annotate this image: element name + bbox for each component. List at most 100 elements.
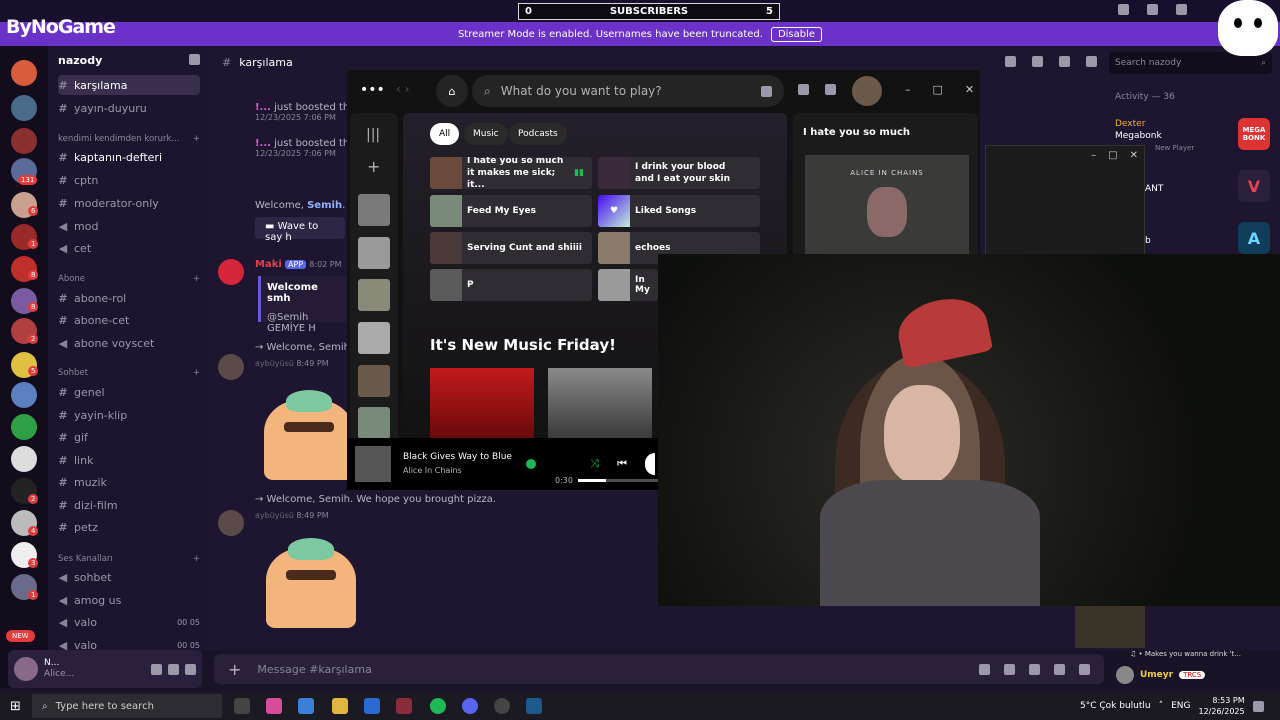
browse-icon[interactable] xyxy=(761,85,772,97)
progress-bar[interactable] xyxy=(578,479,658,482)
plus-icon[interactable]: + xyxy=(193,368,200,378)
shuffle-icon[interactable]: ⤨ xyxy=(590,457,599,471)
close-icon[interactable]: ✕ xyxy=(965,83,974,96)
gear-icon[interactable] xyxy=(185,663,196,675)
mail-icon[interactable] xyxy=(364,698,380,714)
plus-icon[interactable]: + xyxy=(193,274,200,284)
minimize-icon[interactable]: – xyxy=(1091,150,1096,161)
shortcut-tile[interactable]: P xyxy=(430,269,592,301)
playlist-thumb[interactable] xyxy=(358,279,390,311)
flag-icon[interactable] xyxy=(1118,4,1129,15)
explorer-icon[interactable] xyxy=(332,698,348,714)
channel-item[interactable]: # muzik xyxy=(58,472,200,492)
chip-podcasts[interactable]: Podcasts xyxy=(509,123,567,145)
back-icon[interactable]: ‹ › xyxy=(396,82,409,96)
previous-icon[interactable]: ⏮ xyxy=(617,457,627,471)
sticker-icon[interactable] xyxy=(1029,663,1040,675)
channel-karsilama[interactable]: # karşılama xyxy=(58,75,200,95)
threads-icon[interactable] xyxy=(1005,56,1016,67)
pin-icon[interactable] xyxy=(1059,56,1070,67)
server-header[interactable]: nazody xyxy=(58,54,200,67)
playlist-thumb[interactable] xyxy=(358,194,390,226)
library-icon[interactable]: ||| xyxy=(366,127,380,143)
plus-icon[interactable]: + xyxy=(367,157,380,176)
channel-item[interactable]: # yayin-klip xyxy=(58,405,200,425)
channel-item[interactable]: # abone-rol xyxy=(58,288,200,308)
server-icon[interactable] xyxy=(11,95,37,121)
clock[interactable]: 8:53 PM 12/26/2025 xyxy=(1199,695,1245,717)
weather[interactable]: 5°C Çok bulutlu xyxy=(1080,701,1151,711)
avatar[interactable] xyxy=(218,354,244,380)
activity-item[interactable]: b xyxy=(1145,236,1151,246)
category-header[interactable]: Ses Kanalları + xyxy=(58,554,200,564)
shortcut-tile[interactable]: ♥ Liked Songs xyxy=(598,195,760,227)
chevron-up-icon[interactable]: ˄ xyxy=(1159,701,1164,711)
channel-item[interactable]: # dizi-film xyxy=(58,495,200,515)
channel-item[interactable]: # petz xyxy=(58,517,200,537)
server-icon[interactable] xyxy=(11,128,37,154)
language[interactable]: ENG xyxy=(1171,701,1190,711)
taskbar-search[interactable]: ⌕ Type here to search xyxy=(32,694,222,718)
avatar[interactable] xyxy=(14,657,38,681)
inbox-icon[interactable] xyxy=(1147,4,1158,15)
plus-icon[interactable]: + xyxy=(228,660,241,679)
emoji-icon[interactable] xyxy=(1054,663,1065,675)
windows-icon[interactable]: ⊞ xyxy=(10,699,21,714)
avatar[interactable] xyxy=(218,259,244,285)
channel-item[interactable]: # abone-cet xyxy=(58,310,200,330)
channel-item[interactable]: # genel xyxy=(58,382,200,402)
gift-icon[interactable] xyxy=(979,663,990,675)
channel-item[interactable]: # kaptanın-defteri xyxy=(58,147,200,167)
playlist-thumb[interactable] xyxy=(358,365,390,397)
apps-icon[interactable] xyxy=(1079,663,1090,675)
playlist-thumb[interactable] xyxy=(358,407,390,439)
maximize-icon[interactable]: □ xyxy=(1108,150,1117,161)
avatar[interactable] xyxy=(852,76,882,106)
shortcut-tile[interactable]: Feed My Eyes xyxy=(430,195,592,227)
saved-icon[interactable] xyxy=(525,459,536,469)
copilot-icon[interactable] xyxy=(266,698,282,714)
close-icon[interactable]: ✕ xyxy=(1130,150,1138,161)
shortcut-tile[interactable]: I drink your blood and I eat your skin xyxy=(598,157,760,189)
chip-all[interactable]: All xyxy=(430,123,460,145)
shortcut-tile[interactable]: Serving Cunt and shiiii xyxy=(430,232,592,264)
category-header[interactable]: Sohbet + xyxy=(58,368,200,378)
avatar[interactable] xyxy=(218,510,244,536)
server-icon[interactable] xyxy=(11,60,37,86)
track-artist[interactable]: Alice In Chains xyxy=(403,464,512,477)
wave-button[interactable]: ▬ Wave to say h xyxy=(255,217,345,243)
activity-item[interactable]: ANT xyxy=(1145,184,1163,194)
category-header[interactable]: kendimi kendimden korurk... + xyxy=(58,134,200,144)
channel-item[interactable]: # cptn xyxy=(58,170,200,190)
message-composer[interactable]: + Message #karşılama xyxy=(214,654,1104,684)
spotify-search[interactable]: ⌕ What do you want to play? xyxy=(472,75,784,107)
app-icon[interactable] xyxy=(396,698,412,714)
plus-icon[interactable]: + xyxy=(193,554,200,564)
task-view-icon[interactable] xyxy=(234,698,250,714)
bell-icon[interactable] xyxy=(1032,56,1043,67)
playlist-thumb[interactable] xyxy=(358,322,390,354)
playlist-thumb[interactable] xyxy=(358,237,390,269)
channel-item[interactable]: # gif xyxy=(58,427,200,447)
voice-channel[interactable]: ◀ amog us xyxy=(58,590,200,610)
headphones-icon[interactable] xyxy=(168,663,179,675)
server-icon[interactable] xyxy=(11,414,37,440)
spotify-icon[interactable] xyxy=(430,698,446,714)
category-header[interactable]: Abone + xyxy=(58,274,200,284)
game-icon[interactable]: MEGA BONK xyxy=(1238,118,1270,150)
shortcut-tile[interactable]: In My xyxy=(598,269,658,301)
mic-icon[interactable] xyxy=(151,663,162,675)
notification-icon[interactable] xyxy=(1252,700,1264,712)
chip-music[interactable]: Music xyxy=(464,123,508,145)
discord-icon[interactable] xyxy=(462,698,478,714)
members-icon[interactable] xyxy=(1086,56,1097,67)
game-icon[interactable]: A xyxy=(1238,222,1270,254)
store-icon[interactable] xyxy=(298,698,314,714)
channel-item[interactable]: # moderator-only xyxy=(58,193,200,213)
channel-yayin-duyuru[interactable]: # yayın-duyuru xyxy=(58,98,200,118)
plus-icon[interactable]: + xyxy=(193,134,200,144)
album-card[interactable] xyxy=(430,368,534,438)
server-icon[interactable] xyxy=(11,446,37,472)
message-input[interactable]: Message #karşılama xyxy=(257,663,371,676)
home-icon[interactable]: ⌂ xyxy=(436,75,468,107)
